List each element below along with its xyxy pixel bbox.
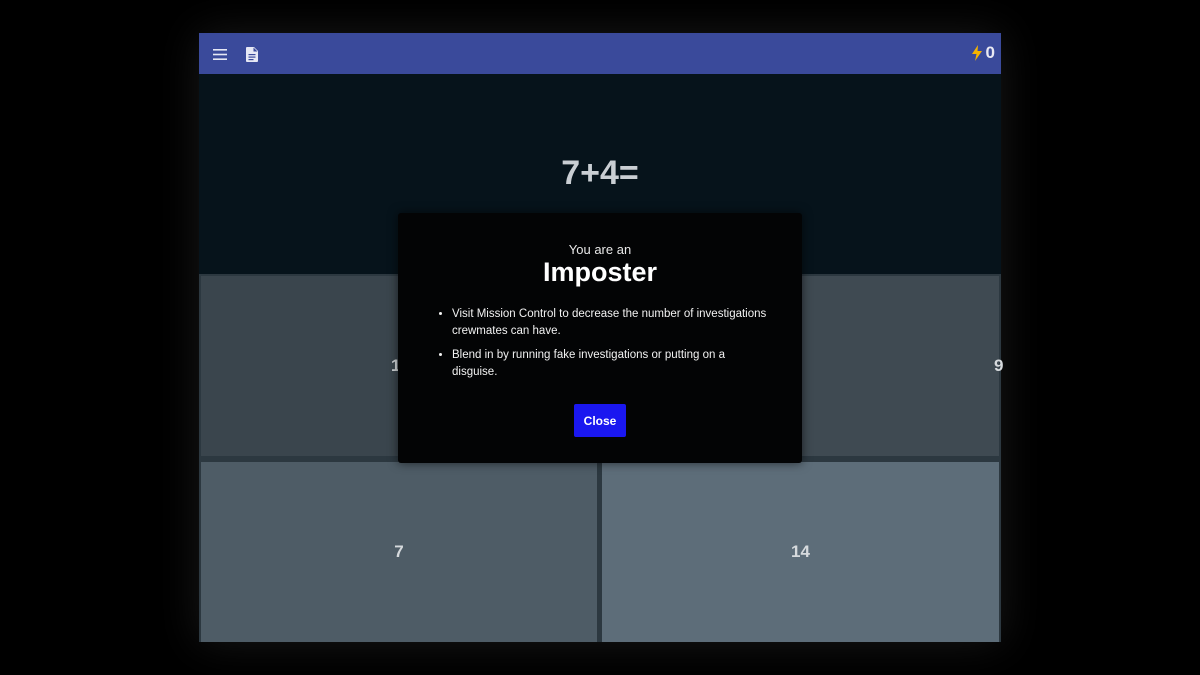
energy-counter: 0 bbox=[971, 42, 995, 64]
question-text: 7+4= bbox=[561, 154, 639, 192]
answer-label: 9 bbox=[994, 356, 1004, 375]
dialog-title: Imposter bbox=[542, 257, 658, 287]
list-item: Blend in by running fake investigations … bbox=[452, 347, 772, 380]
document-icon[interactable] bbox=[241, 43, 263, 65]
answer-label: 7 bbox=[394, 542, 404, 561]
top-bar: 0 bbox=[199, 33, 1001, 74]
role-instructions-list: Visit Mission Control to decrease the nu… bbox=[438, 306, 772, 388]
role-dialog: You are an Imposter Visit Mission Contro… bbox=[398, 213, 802, 463]
lightning-bolt-icon bbox=[971, 45, 982, 61]
close-button[interactable]: Close bbox=[574, 404, 626, 437]
answer-label: 14 bbox=[791, 542, 810, 561]
hamburger-menu-icon[interactable] bbox=[209, 43, 231, 65]
energy-count: 0 bbox=[985, 43, 995, 62]
answer-option-4[interactable]: 14 bbox=[602, 462, 999, 642]
list-item: Visit Mission Control to decrease the nu… bbox=[452, 306, 772, 339]
answer-option-3[interactable]: 7 bbox=[201, 462, 597, 642]
dialog-subtitle: You are an bbox=[568, 242, 632, 257]
